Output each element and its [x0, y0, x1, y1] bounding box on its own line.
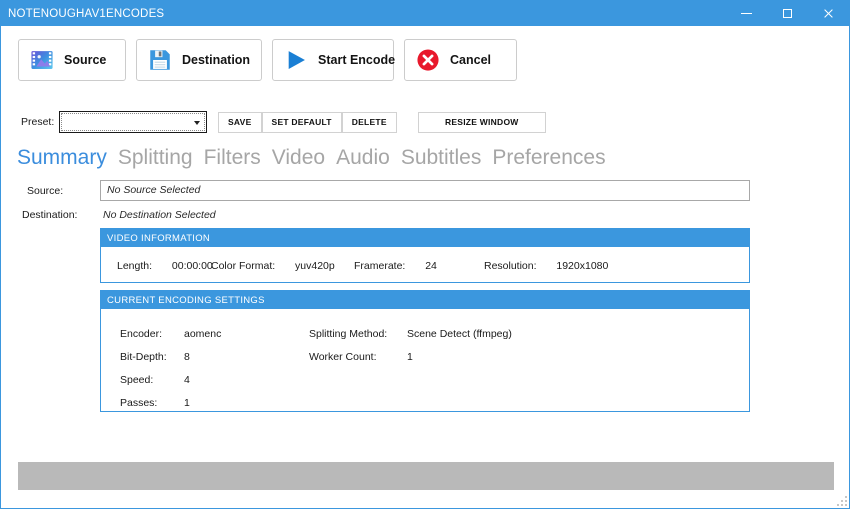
bit-depth-label: Bit-Depth: — [120, 351, 167, 363]
resize-grip[interactable] — [837, 496, 847, 506]
video-information-body: Length: 00:00:00 Color Format: yuv420p F… — [101, 247, 749, 282]
title-bar[interactable]: NOTENOUGHAV1ENCODES — [1, 1, 849, 26]
preset-focus-outline — [61, 113, 205, 131]
maximize-button[interactable] — [767, 1, 808, 26]
tab-preferences[interactable]: Preferences — [492, 144, 605, 172]
encode-progress-bar — [18, 462, 834, 490]
video-resolution-field: Resolution: 1920x1080 — [484, 260, 608, 272]
preset-dropdown[interactable] — [59, 111, 207, 133]
video-framerate-label: Framerate: — [354, 260, 406, 272]
source-button[interactable]: Source — [18, 39, 126, 81]
start-encode-button[interactable]: Start Encode — [272, 39, 396, 81]
cancel-button-label: Cancel — [450, 53, 491, 67]
splitting-method-value: Scene Detect (ffmpeg) — [407, 328, 512, 340]
video-framerate-value: 24 — [425, 260, 437, 272]
play-triangle-icon — [288, 51, 305, 69]
video-resolution-value: 1920x1080 — [556, 260, 609, 272]
encoder-label: Encoder: — [120, 328, 163, 340]
client-area: Source Destination Start Encode Cancel P… — [1, 26, 849, 508]
set-default-preset-button[interactable]: SET DEFAULT — [261, 111, 342, 133]
close-icon — [823, 8, 834, 19]
tab-subtitles[interactable]: Subtitles — [401, 144, 482, 172]
current-encoding-settings-title: CURRENT ENCODING SETTINGS — [101, 291, 749, 309]
tab-bar: Summary Splitting Filters Video Audio Su… — [17, 144, 606, 172]
main-toolbar: Source Destination Start Encode Cancel — [18, 39, 517, 81]
worker-count-label: Worker Count: — [309, 351, 377, 363]
video-length-value: 00:00:00 — [171, 260, 213, 272]
minimize-icon — [741, 13, 752, 14]
speed-label: Speed: — [120, 374, 154, 386]
speed-value: 4 — [184, 374, 190, 386]
splitting-method-label: Splitting Method: — [309, 328, 388, 340]
video-length-field: Length: 00:00:00 — [117, 260, 213, 272]
media-file-icon — [31, 51, 53, 69]
passes-label: Passes: — [120, 397, 158, 409]
preset-label: Preset: — [21, 116, 55, 128]
destination-label: Destination: — [22, 209, 78, 221]
current-encoding-settings-body: Encoder: aomenc Bit-Depth: 8 Speed: 4 Pa… — [101, 309, 749, 409]
app-window: NOTENOUGHAV1ENCODES Source Destination S… — [0, 0, 850, 509]
close-button[interactable] — [808, 1, 849, 26]
source-label: Source: — [27, 185, 64, 197]
tab-video[interactable]: Video — [272, 144, 325, 172]
destination-path-value: No Destination Selected — [103, 209, 216, 221]
worker-count-value: 1 — [407, 351, 413, 363]
video-length-label: Length: — [117, 260, 153, 272]
video-resolution-label: Resolution: — [484, 260, 537, 272]
destination-button-label: Destination — [182, 53, 251, 67]
source-button-label: Source — [64, 53, 107, 67]
encoder-value: aomenc — [184, 328, 222, 340]
save-preset-button[interactable]: SAVE — [218, 111, 262, 133]
video-framerate-field: Framerate: 24 — [354, 260, 437, 272]
tab-audio[interactable]: Audio — [336, 144, 390, 172]
window-title: NOTENOUGHAV1ENCODES — [8, 7, 165, 20]
video-color-format-value: yuv420p — [295, 260, 335, 272]
video-color-format-field: Color Format: yuv420p — [211, 260, 335, 272]
cancel-button[interactable]: Cancel — [404, 39, 517, 81]
tab-splitting[interactable]: Splitting — [118, 144, 193, 172]
preset-row: Preset: SAVE SET DEFAULT DELETE RESIZE W… — [21, 111, 546, 133]
source-path-value: No Source Selected — [107, 184, 201, 196]
passes-value: 1 — [184, 397, 190, 409]
video-information-title: VIDEO INFORMATION — [101, 229, 749, 247]
destination-button[interactable]: Destination — [136, 39, 262, 81]
maximize-icon — [783, 9, 792, 18]
bit-depth-value: 8 — [184, 351, 190, 363]
current-encoding-settings-panel: CURRENT ENCODING SETTINGS Encoder: aomen… — [100, 290, 750, 412]
source-path-input[interactable]: No Source Selected — [100, 180, 750, 201]
resize-window-button[interactable]: RESIZE WINDOW — [417, 111, 546, 133]
minimize-button[interactable] — [726, 1, 767, 26]
tab-summary[interactable]: Summary — [17, 144, 107, 172]
red-circle-x-icon — [417, 49, 439, 71]
start-encode-button-label: Start Encode — [318, 53, 396, 67]
video-information-panel: VIDEO INFORMATION Length: 00:00:00 Color… — [100, 228, 750, 283]
floppy-save-icon — [150, 50, 170, 70]
delete-preset-button[interactable]: DELETE — [341, 111, 397, 133]
tab-filters[interactable]: Filters — [204, 144, 261, 172]
video-color-format-label: Color Format: — [211, 260, 276, 272]
